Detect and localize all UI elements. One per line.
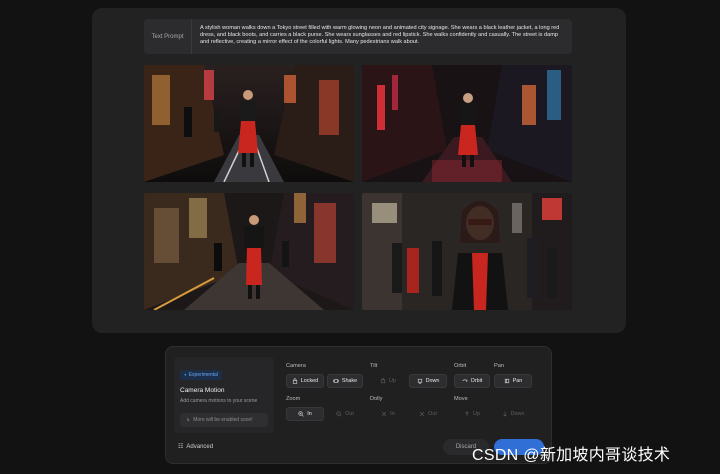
tilt-up-icon bbox=[380, 378, 386, 384]
pan-icon bbox=[504, 378, 509, 384]
experimental-badge: ⭑ Experimental bbox=[180, 370, 222, 380]
generation-panel: Text Prompt A stylish woman walks down a… bbox=[92, 8, 626, 333]
generated-image-2[interactable] bbox=[362, 65, 572, 182]
arrow-up-icon bbox=[465, 411, 469, 417]
orbit-icon bbox=[462, 379, 468, 382]
zoom-out-button[interactable]: Out bbox=[327, 407, 363, 421]
zoom-in-icon bbox=[298, 411, 304, 417]
dolly-out-icon bbox=[419, 411, 425, 417]
tilt-down-button[interactable]: Down bbox=[409, 374, 447, 388]
camera-motion-title: Camera Motion bbox=[180, 387, 225, 394]
generated-image-4[interactable] bbox=[362, 193, 572, 310]
generated-image-1[interactable] bbox=[144, 65, 354, 182]
person-icon: ⭑ bbox=[184, 372, 187, 378]
dolly-in-icon bbox=[382, 411, 387, 417]
dolly-out-button[interactable]: Out bbox=[409, 407, 447, 421]
dolly-group-label: Dolly bbox=[370, 396, 383, 402]
move-group-label: Move bbox=[454, 396, 468, 402]
text-prompt-content[interactable]: A stylish woman walks down a Tokyo stree… bbox=[192, 19, 572, 54]
csdn-watermark: CSDN @新加坡内哥谈技术 bbox=[472, 447, 671, 464]
tilt-up-button[interactable]: Up bbox=[370, 374, 406, 388]
image-3-art bbox=[144, 193, 354, 310]
sliders-icon: ☷ bbox=[178, 444, 184, 450]
image-2-art bbox=[362, 65, 572, 182]
camera-shake-button[interactable]: Shake bbox=[327, 374, 363, 388]
more-coming-note: ↳ More will be enabled soon! bbox=[180, 413, 268, 427]
tilt-group-label: Tilt bbox=[370, 363, 378, 369]
shake-icon bbox=[333, 379, 339, 383]
advanced-toggle[interactable]: ☷ Advanced bbox=[178, 443, 213, 451]
generated-image-3[interactable] bbox=[144, 193, 354, 310]
image-4-art bbox=[362, 193, 572, 310]
move-up-button[interactable]: Up bbox=[454, 407, 490, 421]
pan-group-label: Pan bbox=[494, 363, 504, 369]
camera-motion-subtitle: Add camera motions to your scene bbox=[180, 398, 258, 404]
arrow-down-icon bbox=[502, 411, 507, 417]
image-1-art bbox=[144, 65, 354, 182]
lock-icon bbox=[292, 378, 297, 384]
cursor-icon: ↳ bbox=[186, 417, 191, 423]
zoom-group-label: Zoom bbox=[286, 396, 301, 402]
pan-button[interactable]: Pan bbox=[494, 374, 532, 388]
orbit-group-label: Orbit bbox=[454, 363, 467, 369]
text-prompt-row[interactable]: Text Prompt A stylish woman walks down a… bbox=[144, 19, 572, 54]
camera-locked-button[interactable]: Locked bbox=[286, 374, 324, 388]
zoom-in-button[interactable]: In bbox=[286, 407, 324, 421]
camera-group-label: Camera bbox=[286, 363, 306, 369]
tilt-down-icon bbox=[417, 378, 422, 384]
orbit-button[interactable]: Orbit bbox=[454, 374, 490, 388]
dolly-in-button[interactable]: In bbox=[370, 407, 406, 421]
text-prompt-label: Text Prompt bbox=[144, 19, 192, 54]
zoom-out-icon bbox=[336, 411, 342, 417]
move-down-button[interactable]: Down bbox=[494, 407, 532, 421]
camera-motion-info: ⭑ Experimental Camera Motion Add camera … bbox=[174, 357, 274, 433]
